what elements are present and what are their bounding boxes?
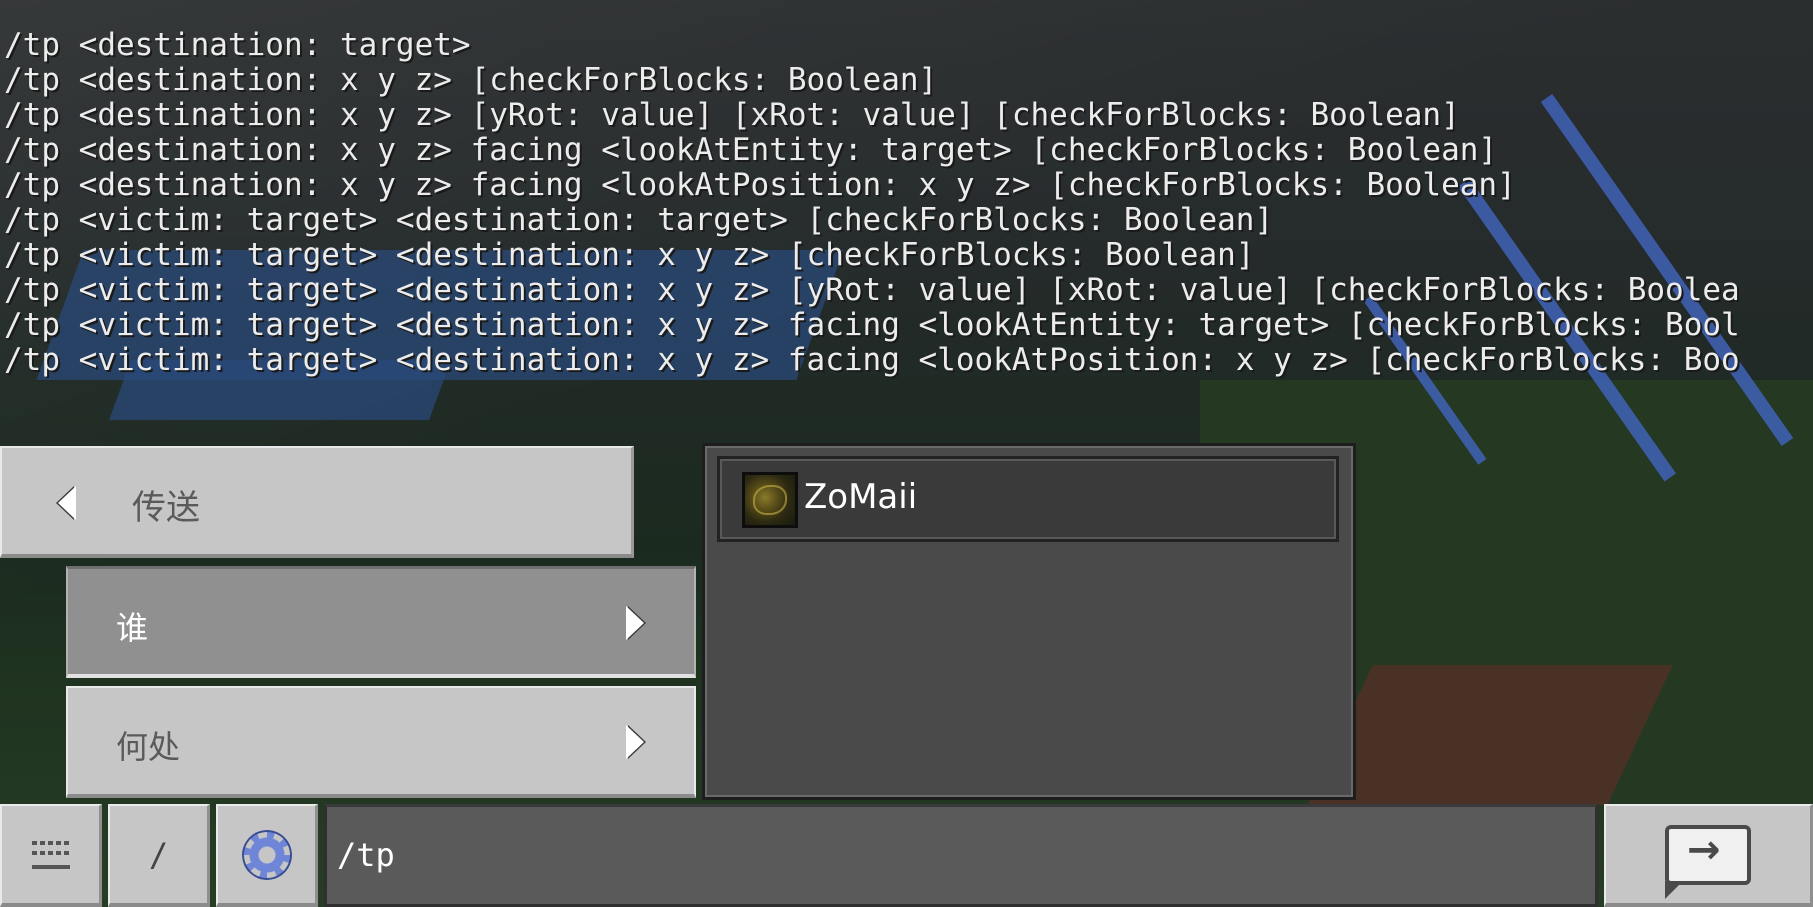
player-name: ZoMaii: [804, 477, 918, 517]
chat-line: /tp <destination: x y z> [checkForBlocks…: [4, 62, 938, 98]
player-target-item[interactable]: ZoMaii: [717, 456, 1339, 542]
chevron-right-icon: [626, 725, 644, 759]
send-chat-icon: [1665, 824, 1751, 899]
gear-icon: [241, 829, 292, 880]
chat-line: /tp <destination: target>: [4, 28, 471, 63]
chevron-left-icon: [58, 486, 76, 520]
teleport-header-back-button[interactable]: 传送: [0, 446, 634, 558]
chat-line: /tp <victim: target> <destination: x y z…: [4, 307, 1740, 343]
send-button[interactable]: [1604, 804, 1813, 907]
target-list-panel: ZoMaii: [702, 443, 1356, 800]
chat-line: /tp <victim: target> <destination: x y z…: [4, 342, 1740, 378]
chat-line: /tp <victim: target> <destination: x y z…: [4, 272, 1740, 308]
chat-output: /tp <destination: target> /tp <destinati…: [4, 28, 1813, 378]
slash-command-button[interactable]: /: [108, 804, 210, 907]
chat-line: /tp <destination: x y z> facing <lookAtP…: [4, 167, 1516, 203]
chat-line: /tp <destination: x y z> facing <lookAtE…: [4, 132, 1498, 168]
keyboard-icon: [31, 840, 70, 869]
chat-line: /tp <victim: target> <destination: x y z…: [4, 237, 1255, 273]
slash-label: /: [148, 835, 169, 874]
who-option-button[interactable]: 谁: [66, 566, 696, 678]
keyboard-button[interactable]: [0, 804, 102, 907]
settings-button[interactable]: [216, 804, 318, 907]
panel-title: 传送: [132, 488, 200, 528]
where-option-button[interactable]: 何处: [66, 686, 696, 798]
chat-line: /tp <victim: target> <destination: targe…: [4, 202, 1274, 238]
command-input[interactable]: /tp: [324, 804, 1598, 907]
where-option-label: 何处: [116, 728, 181, 766]
player-skin-avatar-icon: [742, 472, 798, 528]
chevron-right-icon: [626, 606, 644, 640]
who-option-label: 谁: [116, 609, 149, 647]
chat-line: /tp <destination: x y z> [yRot: value] […: [4, 97, 1460, 133]
